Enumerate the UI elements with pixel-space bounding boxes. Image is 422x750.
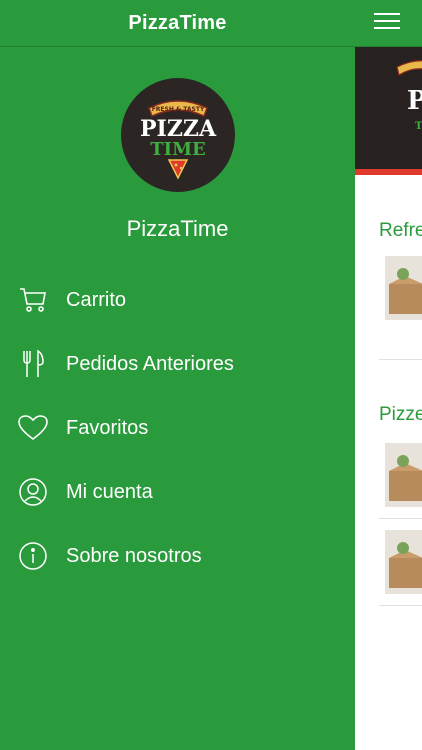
product-thumbnail [385,530,422,594]
svg-text:P: P [407,86,422,116]
pizzatime-logo-graphic: FRESH & TASTY PIZZA TIME [139,100,216,180]
menu-label-favoritos: Favoritos [66,416,149,439]
svg-text:FRESH & TASTY: FRESH & TASTY [151,106,204,113]
menu-item-sobre-nosotros[interactable]: Sobre nosotros [0,524,355,588]
drawer-title: PizzaTime [128,11,227,34]
product-thumbnail [385,443,422,507]
main-topbar [355,0,422,47]
menu-label-pedidos-anteriores: Pedidos Anteriores [66,352,234,375]
drawer-header: PizzaTime [0,0,355,47]
app-name: PizzaTime [126,216,229,241]
drawer-menu: Carrito Pedidos Anteriores Favoritos Mi … [0,268,355,588]
section-title-refrescos: Refre [379,220,422,241]
product-thumbnail [385,256,422,320]
cart-icon [18,285,48,315]
product-row[interactable] [379,519,422,606]
section-title-pizzas: Pizze [379,404,422,425]
svg-text:T: T [415,121,422,132]
pizzatime-logo: FRESH & TASTY PIZZA TIME [120,78,235,192]
user-icon [18,477,48,507]
menu-label-mi-cuenta: Mi cuenta [66,480,153,503]
hero-banner: P T [355,47,422,175]
logo-container: FRESH & TASTY PIZZA TIME [0,78,355,192]
info-icon [18,541,48,571]
menu-label-sobre-nosotros: Sobre nosotros [66,544,202,567]
navigation-drawer: PizzaTime FRESH & TASTY PIZZA TIME Pizza… [0,0,355,750]
menu-item-favoritos[interactable]: Favoritos [0,396,355,460]
menu-label-carrito: Carrito [66,288,127,311]
heart-icon [18,413,48,443]
cutlery-icon [18,349,48,379]
menu-item-carrito[interactable]: Carrito [0,268,355,332]
product-row[interactable] [379,432,422,519]
menu-item-pedidos-anteriores[interactable]: Pedidos Anteriores [0,332,355,396]
banner-logo-graphic: P T [396,60,422,132]
hamburger-menu-icon[interactable] [374,12,400,35]
svg-text:TIME: TIME [150,139,205,160]
menu-item-mi-cuenta[interactable]: Mi cuenta [0,460,355,524]
product-row[interactable] [379,248,422,360]
main-content: P T Refre Pizze [355,0,422,750]
